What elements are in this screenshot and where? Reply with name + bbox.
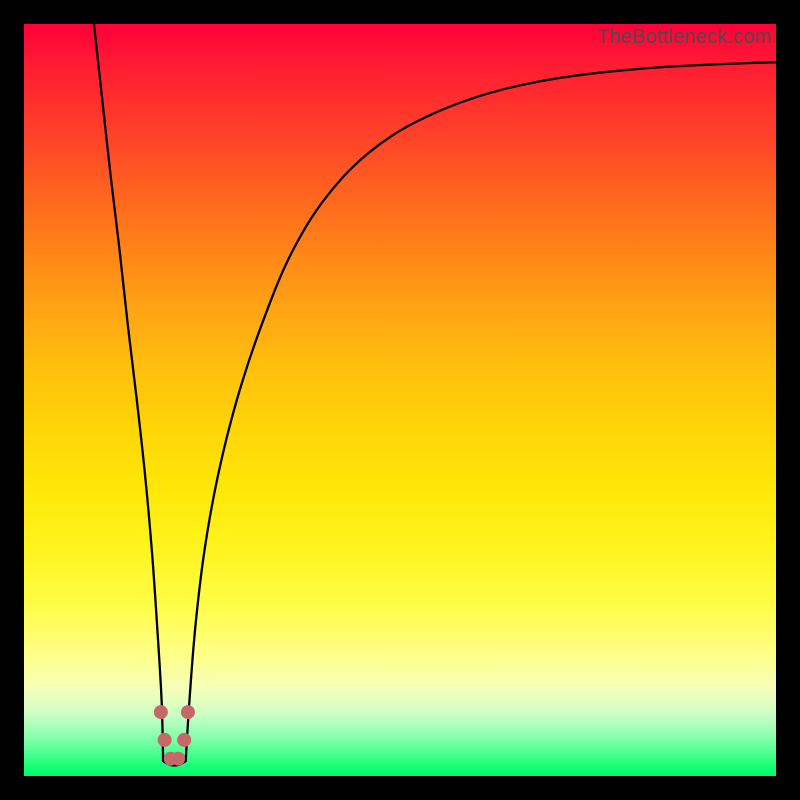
valley-marker: [158, 733, 172, 747]
curve-layer: [24, 24, 776, 776]
valley-marker: [154, 705, 168, 719]
chart-frame: TheBottleneck.com: [0, 0, 800, 800]
curve-group: [94, 24, 776, 765]
valley-marker: [177, 733, 191, 747]
left-branch-path: [94, 24, 163, 761]
watermark-text: TheBottleneck.com: [597, 26, 772, 49]
valley-marker: [171, 752, 185, 766]
marker-group: [154, 705, 195, 766]
plot-area: [24, 24, 776, 776]
valley-marker: [181, 705, 195, 719]
right-branch-path: [186, 62, 776, 761]
